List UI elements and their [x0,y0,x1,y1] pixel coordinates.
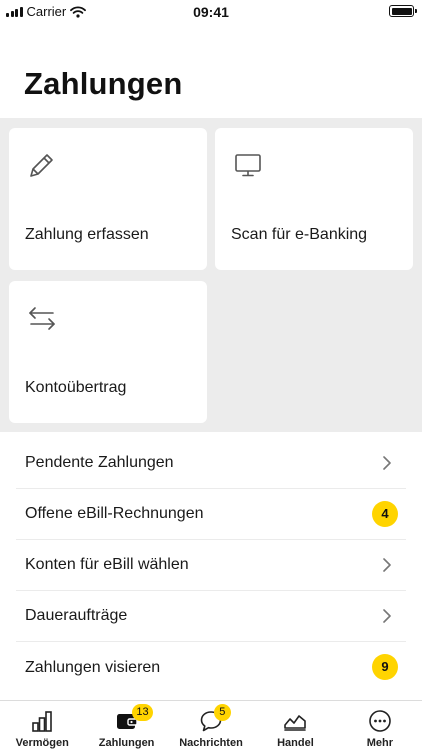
status-bar: Carrier 09:41 [0,0,422,24]
list-item-offene-ebill-rechnungen[interactable]: Offene eBill-Rechnungen 4 [16,489,406,540]
chevron-right-icon [383,456,391,470]
tab-label: Zahlungen [98,737,155,749]
list-item-dauerauftraege[interactable]: Daueraufträge [16,591,406,642]
list-item-label: Zahlungen visieren [25,658,161,676]
quick-actions-area: Zahlung erfassen Scan für e-Banking Kont… [0,118,422,432]
pencil-icon [30,154,53,177]
count-badge: 9 [372,654,398,680]
transfer-arrows-icon [29,307,55,330]
tab-handel[interactable]: Handel [253,701,337,750]
list-item-label: Pendente Zahlungen [25,454,174,471]
tab-mehr[interactable]: Mehr [338,701,422,750]
tab-label: Nachrichten [179,737,243,749]
tab-zahlungen[interactable]: 13 Zahlungen [84,701,168,750]
count-badge: 4 [372,501,398,527]
list-item-konten-ebill-waehlen[interactable]: Konten für eBill wählen [16,540,406,591]
tab-vermoegen[interactable]: Vermögen [0,701,84,750]
tile-label: Kontoübertrag [25,379,127,396]
tile-label: Zahlung erfassen [25,226,149,243]
tile-scan-e-banking[interactable]: Scan für e-Banking [215,128,413,270]
list-item-pendente-zahlungen[interactable]: Pendente Zahlungen [16,438,406,489]
list-item-zahlungen-visieren[interactable]: Zahlungen visieren 9 [16,642,406,693]
status-time: 09:41 [193,4,229,20]
battery-icon [389,5,417,17]
chevron-right-icon [383,609,391,623]
list-item-label: Daueraufträge [25,607,128,624]
more-icon [369,710,391,732]
chevron-right-icon [383,558,391,572]
payments-list: Pendente Zahlungen Offene eBill-Rechnung… [0,438,422,693]
list-item-label: Offene eBill-Rechnungen [25,505,204,522]
stock-chart-icon [284,715,307,731]
monitor-icon [235,154,261,177]
tile-zahlung-erfassen[interactable]: Zahlung erfassen [9,128,207,270]
tab-bar: Vermögen 13 Zahlungen 5 Nachrichten Hand… [0,700,422,750]
tab-label: Mehr [366,737,393,749]
tab-label: Handel [277,737,314,749]
page-title: Zahlungen [24,66,183,101]
tab-nachrichten[interactable]: 5 Nachrichten [169,701,253,750]
notification-badge: 5 [213,704,231,721]
bar-chart-icon [32,711,53,732]
list-item-label: Konten für eBill wählen [25,556,189,573]
tile-label: Scan für e-Banking [231,226,368,243]
tab-label: Vermögen [15,737,69,749]
notification-badge: 13 [132,704,153,721]
tile-kontouebertrag[interactable]: Kontoübertrag [9,281,207,423]
